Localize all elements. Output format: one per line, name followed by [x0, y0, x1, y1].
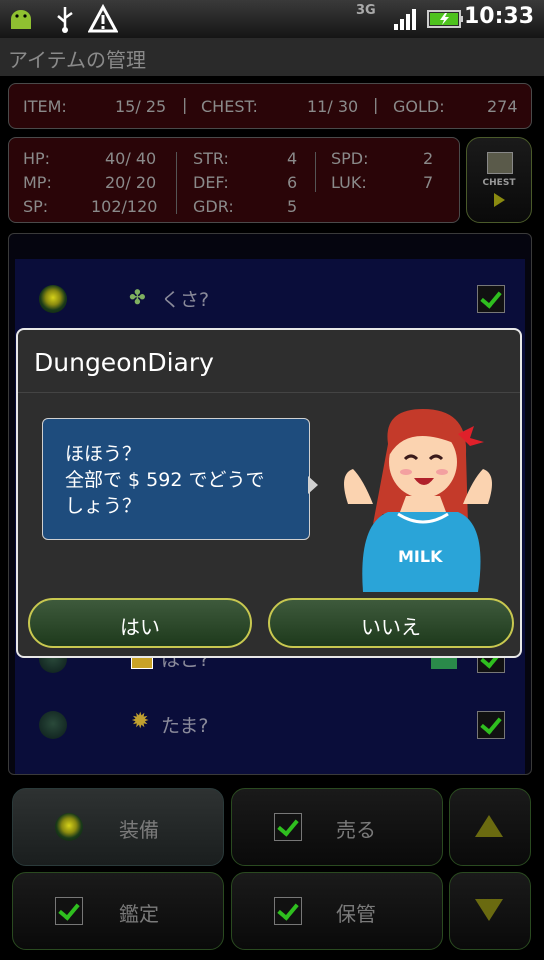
sell-button-label: 売る — [336, 818, 376, 842]
yes-button-label: はい — [120, 615, 160, 639]
spd-value: 2 — [423, 149, 434, 168]
signal-icon — [394, 9, 416, 30]
gold-label: GOLD: — [393, 97, 445, 116]
message-line-3: しょう？ — [65, 495, 142, 517]
list-item[interactable]: ✤ くさ? — [15, 269, 525, 329]
shopkeeper-portrait: MILK — [344, 409, 492, 592]
item-checkbox[interactable] — [477, 711, 505, 739]
chest-button-label: CHEST — [482, 178, 516, 188]
page-title: アイテムの管理 — [8, 48, 146, 72]
warning-icon — [88, 4, 118, 33]
sp-value: 102/120 — [91, 197, 158, 216]
shirt-text: MILK — [398, 547, 443, 566]
herb-icon: ✤ — [129, 285, 146, 309]
equip-button-label: 装備 — [119, 818, 159, 842]
inventory-summary: ITEM: 15/ 25 | CHEST: 11/ 30 | GOLD: 274 — [8, 83, 532, 129]
chest-icon — [487, 152, 513, 174]
no-button-label: いいえ — [361, 615, 421, 639]
dialog-message: ほほう？ 全部で $ 592 でどうで しょう？ — [65, 441, 264, 519]
appraise-button-label: 鑑定 — [119, 902, 159, 926]
yes-button[interactable]: はい — [28, 598, 252, 648]
no-button[interactable]: いいえ — [268, 598, 514, 648]
equip-radio[interactable] — [39, 285, 67, 313]
message-line-1: ほほう？ — [65, 443, 142, 465]
title-bar: アイテムの管理 — [0, 38, 544, 76]
store-check-icon — [274, 897, 302, 925]
gold-amount: 274 — [487, 97, 518, 116]
divider — [176, 152, 177, 214]
scroll-down-button[interactable] — [449, 872, 531, 950]
hp-label: HP: — [23, 149, 51, 168]
list-item[interactable]: ✹ たま? — [15, 695, 525, 755]
appraise-button[interactable]: 鑑定 — [12, 872, 224, 950]
def-value: 6 — [287, 173, 298, 192]
hp-value: 40/ 40 — [105, 149, 157, 168]
equip-radio[interactable] — [39, 711, 67, 739]
clock: 10:33 — [463, 4, 534, 29]
equip-indicator — [55, 813, 83, 841]
android-debug-icon — [11, 10, 31, 29]
str-value: 4 — [287, 149, 298, 168]
chest-button[interactable]: CHEST — [466, 137, 532, 223]
speech-bubble: ほほう？ 全部で $ 592 でどうで しょう？ — [42, 418, 310, 540]
item-name: たま? — [161, 715, 209, 737]
arrow-down-icon — [475, 899, 503, 921]
mp-label: MP: — [23, 173, 52, 192]
mp-value: 20/ 20 — [105, 173, 157, 192]
separator: | — [373, 95, 379, 114]
luk-value: 7 — [423, 173, 434, 192]
play-icon — [494, 193, 505, 207]
usb-icon — [57, 7, 73, 33]
speech-bubble-tail — [308, 476, 318, 494]
item-checkbox[interactable] — [477, 285, 505, 313]
sp-label: SP: — [23, 197, 49, 216]
store-button-label: 保管 — [336, 902, 376, 926]
offer-dialog: DungeonDiary ほほう？ 全部で $ 592 でどうで しょう？ MI… — [16, 328, 522, 658]
chest-label: CHEST: — [201, 97, 258, 116]
dialog-title: DungeonDiary — [34, 348, 214, 377]
dialog-divider — [18, 392, 520, 393]
sell-check-icon — [274, 813, 302, 841]
spd-label: SPD: — [331, 149, 369, 168]
orb-icon: ✹ — [131, 709, 150, 734]
separator: | — [182, 95, 188, 114]
item-name: くさ? — [161, 289, 210, 311]
scroll-up-button[interactable] — [449, 788, 531, 866]
message-line-2: 全部で $ 592 でどうで — [65, 469, 265, 491]
character-stats: HP: 40/ 40 MP: 20/ 20 SP: 102/120 STR: 4… — [8, 137, 460, 223]
equip-button[interactable]: 装備 — [12, 788, 224, 866]
divider — [315, 152, 316, 192]
chest-count: 11/ 30 — [307, 97, 359, 116]
network-type-label: 3G — [356, 3, 376, 18]
store-button[interactable]: 保管 — [231, 872, 443, 950]
luk-label: LUK: — [331, 173, 367, 192]
arrow-up-icon — [475, 815, 503, 837]
battery-icon — [427, 10, 463, 28]
item-count: 15/ 25 — [115, 97, 167, 116]
status-bar: 3G 10:33 — [0, 0, 544, 38]
sell-button[interactable]: 売る — [231, 788, 443, 866]
def-label: DEF: — [193, 173, 229, 192]
str-label: STR: — [193, 149, 229, 168]
gdr-label: GDR: — [193, 197, 234, 216]
item-label: ITEM: — [23, 97, 67, 116]
appraise-check-icon — [55, 897, 83, 925]
gdr-value: 5 — [287, 197, 298, 216]
